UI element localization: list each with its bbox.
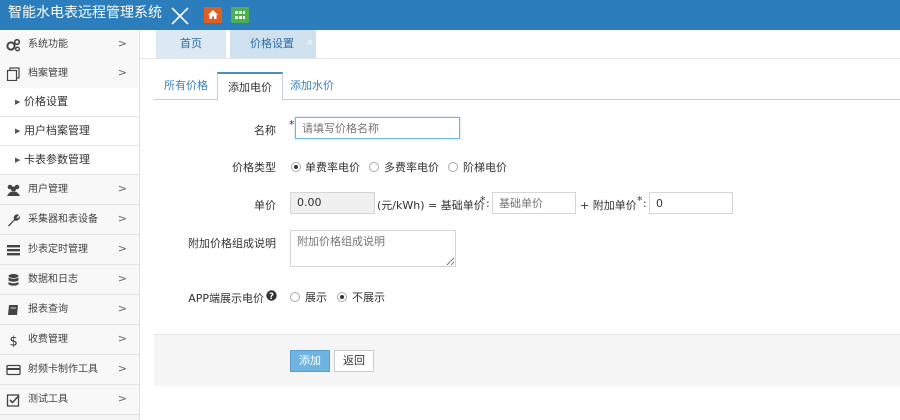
required-mark: * (637, 194, 643, 207)
sidebar-item-system[interactable]: 系统功能 > (0, 30, 139, 60)
tab-label: 价格设置 (250, 37, 294, 50)
required-mark: * (289, 118, 295, 131)
page-tabs: 首页 价格设置 × (140, 30, 900, 59)
extra-price-input[interactable] (649, 192, 733, 214)
book-icon (8, 305, 18, 315)
app-title: 智能水电表远程管理系统 (8, 5, 162, 21)
svg-text:$: $ (10, 335, 18, 348)
sidebar-item-users[interactable]: 用户管理 > (0, 175, 139, 205)
caret-right-icon: ▶ (15, 156, 21, 164)
tab-home[interactable]: 首页 (156, 30, 226, 58)
radio-label: 单费率电价 (305, 161, 360, 174)
subtab-add-water-price[interactable]: 添加水价 (290, 72, 334, 100)
extra-price-label: + 附加单价 (580, 199, 637, 212)
required-mark: * (480, 194, 486, 207)
sidebar-item-label: 采集器和表设备 (28, 214, 98, 225)
top-navbar: 智能水电表远程管理系统 (0, 0, 900, 30)
sidebar: 系统功能 > 档案管理 > ▶ 价格设置 ▶ 用户档案管理 ▶ 卡表参数管理 用… (0, 30, 140, 420)
sidebar-item-rf-card[interactable]: 射频卡制作工具 > (0, 355, 139, 385)
sidebar-item-label: 抄表定时管理 (28, 244, 88, 255)
sidebar-item-billing[interactable]: $ 收费管理 > (0, 325, 139, 355)
unit-price-label: 单价 (254, 199, 276, 212)
chevron-right-icon: > (117, 362, 127, 375)
price-subtabs: 所有价格 添加电价 添加水价 (154, 72, 900, 101)
files-icon (6, 67, 20, 81)
chevron-right-icon: > (117, 302, 127, 315)
caret-right-icon: ▶ (15, 98, 21, 106)
form-actions-bar (154, 334, 900, 386)
subtab-add-electric-price[interactable]: 添加电价 (217, 72, 283, 101)
sidebar-subitem-label: 卡表参数管理 (24, 153, 90, 166)
chevron-right-icon: > (117, 242, 127, 255)
sidebar-item-test-tools[interactable]: 测试工具 > (0, 385, 139, 415)
unit-formula-text: (元/kWh) = 基础单价 (377, 199, 485, 212)
grid-icon (235, 11, 245, 19)
chevron-right-icon: > (117, 37, 127, 50)
checkbox-icon (6, 394, 20, 407)
back-button[interactable]: 返回 (334, 350, 374, 372)
sidebar-item-collectors[interactable]: 采集器和表设备 > (0, 205, 139, 235)
chevron-right-icon: > (117, 66, 127, 79)
chevron-right-icon: > (117, 392, 127, 405)
unit-price-field: 0.00 (290, 192, 375, 214)
radio-app-hide[interactable] (337, 292, 347, 302)
radio-tiered[interactable] (448, 162, 458, 172)
description-label: 附加价格组成说明 (188, 237, 276, 250)
svg-text:?: ? (269, 292, 274, 301)
radio-label: 不展示 (352, 291, 385, 304)
dollar-icon: $ (10, 335, 18, 348)
sidebar-item-reports[interactable]: 报表查询 > (0, 295, 139, 325)
radio-label: 多费率电价 (384, 161, 439, 174)
app-display-label: APP端展示电价 (188, 292, 264, 305)
base-price-input[interactable] (492, 192, 576, 214)
radio-label: 展示 (305, 291, 327, 304)
home-button[interactable] (204, 7, 222, 23)
sidebar-item-label: 档案管理 (28, 68, 68, 79)
chevron-right-icon: > (117, 212, 127, 225)
close-icon[interactable] (168, 4, 192, 28)
sidebar-item-label: 收费管理 (28, 334, 68, 345)
sidebar-subitem-user-archives[interactable]: ▶ 用户档案管理 (0, 117, 139, 146)
add-button[interactable]: 添加 (290, 350, 330, 372)
sidebar-item-label: 测试工具 (28, 394, 68, 405)
sidebar-subitem-label: 价格设置 (24, 95, 68, 108)
colon-text: : (486, 197, 490, 210)
tab-price-settings[interactable]: 价格设置 (230, 30, 316, 58)
sidebar-item-schedule[interactable]: 抄表定时管理 > (0, 235, 139, 265)
sidebar-subitem-price-settings[interactable]: ▶ 价格设置 (0, 88, 139, 117)
home-icon (208, 10, 218, 19)
sidebar-item-label: 射频卡制作工具 (28, 364, 98, 375)
tab-close-icon[interactable]: × (306, 30, 314, 56)
colon-text: : (643, 197, 647, 210)
description-textarea[interactable] (290, 230, 456, 267)
wrench-icon (8, 214, 21, 227)
price-name-input[interactable] (295, 117, 460, 139)
name-label: 名称 (254, 124, 276, 137)
subtab-all-prices[interactable]: 所有价格 (164, 72, 208, 100)
help-icon[interactable]: ? (266, 290, 277, 301)
caret-right-icon: ▶ (15, 127, 21, 135)
sidebar-item-archives[interactable]: 档案管理 > (0, 59, 139, 89)
chevron-right-icon: > (117, 332, 127, 345)
database-icon (8, 274, 19, 286)
chevron-right-icon: > (117, 272, 127, 285)
radio-label: 阶梯电价 (463, 161, 507, 174)
list-icon (7, 245, 20, 256)
card-icon (6, 364, 21, 376)
sidebar-item-label: 数据和日志 (28, 274, 78, 285)
radio-single-rate[interactable] (291, 162, 301, 172)
sidebar-subitem-card-params[interactable]: ▶ 卡表参数管理 (0, 146, 139, 175)
gears-icon (6, 38, 21, 52)
chevron-right-icon: > (117, 182, 127, 195)
sidebar-subitem-label: 用户档案管理 (24, 124, 90, 137)
grid-button[interactable] (231, 7, 249, 23)
sidebar-item-label: 系统功能 (28, 39, 68, 50)
sidebar-item-data-logs[interactable]: 数据和日志 > (0, 265, 139, 295)
price-type-label: 价格类型 (232, 161, 276, 174)
radio-multi-rate[interactable] (369, 162, 379, 172)
users-icon (7, 184, 20, 196)
sidebar-item-label: 用户管理 (28, 184, 68, 195)
sidebar-item-label: 报表查询 (28, 304, 68, 315)
radio-app-show[interactable] (290, 292, 300, 302)
